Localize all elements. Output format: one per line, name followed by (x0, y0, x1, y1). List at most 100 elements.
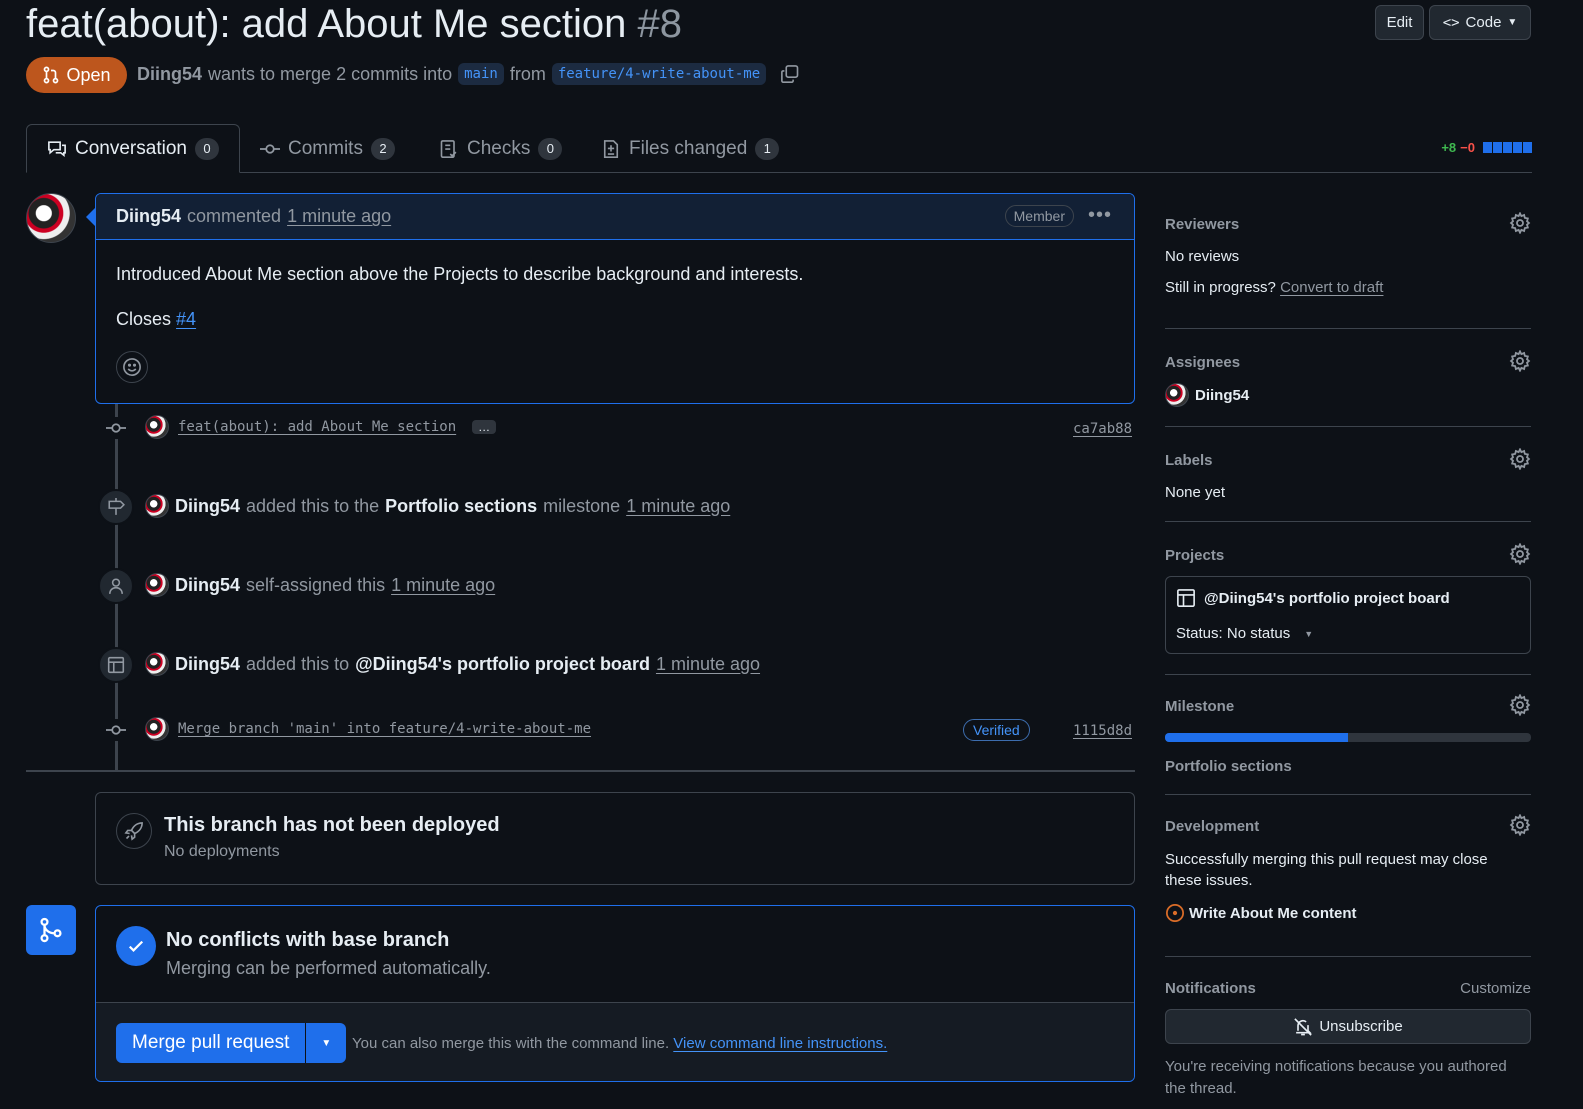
comment-time[interactable]: 1 minute ago (287, 206, 391, 227)
event-time[interactable]: 1 minute ago (391, 575, 495, 596)
commit-message-link[interactable]: feat(about): add About Me section (178, 419, 456, 435)
diffstat: +8 −0 (1441, 140, 1532, 155)
tab-files-changed[interactable]: Files changed 1 (601, 124, 780, 173)
avatar[interactable] (26, 193, 76, 243)
convert-to-draft-link[interactable]: Convert to draft (1280, 279, 1383, 296)
milestone-heading[interactable]: Milestone (1165, 698, 1531, 715)
merge-pull-request-button[interactable]: Merge pull request (116, 1023, 307, 1063)
copy-icon[interactable] (780, 64, 800, 84)
comment-author[interactable]: Diing54 (116, 206, 181, 227)
deployment-box: This branch has not been deployed No dep… (95, 792, 1135, 885)
pr-title-text: feat(about): add About Me section (26, 2, 627, 46)
table-icon (107, 656, 125, 674)
gear-icon[interactable] (1509, 814, 1531, 836)
head-branch[interactable]: feature/4-write-about-me (551, 63, 767, 85)
issue-opened-icon (1166, 904, 1184, 922)
comment-box: Diing54 commented 1 minute ago Member ••… (95, 193, 1135, 404)
command-line-instructions-link[interactable]: View command line instructions. (673, 1035, 887, 1052)
milestone-link[interactable]: Portfolio sections (385, 496, 537, 517)
sidebar-reviewers: Reviewers No reviews Still in progress? … (1165, 212, 1531, 296)
gear-icon[interactable] (1509, 212, 1531, 234)
avatar[interactable] (145, 717, 169, 741)
comment-header: Diing54 commented 1 minute ago Member ••… (96, 194, 1134, 240)
edit-button[interactable]: Edit (1375, 5, 1424, 40)
code-button[interactable]: <> Code ▼ (1429, 5, 1531, 40)
project-link[interactable]: @Diing54's portfolio project board (355, 654, 650, 675)
development-text: Successfully merging this pull request m… (1165, 851, 1488, 889)
sidebar-notifications: Notifications Customize Unsubscribe You'… (1165, 980, 1531, 1100)
gear-icon[interactable] (1509, 694, 1531, 716)
tab-label: Checks (467, 137, 531, 159)
project-status-dropdown[interactable]: Status: No status ▼ (1176, 625, 1313, 642)
diffstat-blocks (1482, 142, 1532, 153)
actor-link[interactable]: Diing54 (175, 575, 240, 596)
avatar[interactable] (145, 415, 169, 439)
event-time[interactable]: 1 minute ago (656, 654, 760, 675)
reviewers-heading[interactable]: Reviewers (1165, 216, 1531, 233)
tab-label: Commits (288, 137, 363, 159)
unsubscribe-button[interactable]: Unsubscribe (1165, 1009, 1531, 1044)
commit-sha-link[interactable]: 1115d8d (1073, 723, 1132, 739)
avatar[interactable] (145, 573, 169, 597)
pr-author-link[interactable]: Diing54 (137, 64, 202, 85)
state-badge: Open (26, 57, 127, 93)
avatar[interactable] (145, 652, 169, 676)
development-heading[interactable]: Development (1165, 818, 1531, 835)
timeline-commit-2: Merge branch 'main' into feature/4-write… (145, 717, 591, 741)
git-merge-icon (26, 905, 76, 955)
commit-sha-link[interactable]: ca7ab88 (1073, 421, 1132, 437)
linked-issue[interactable]: Write About Me content (1165, 903, 1531, 923)
avatar[interactable] (145, 494, 169, 518)
linked-issue-title: Write About Me content (1189, 904, 1357, 922)
code-label: Code (1465, 14, 1502, 31)
edit-label: Edit (1386, 14, 1413, 31)
verified-badge[interactable]: Verified (963, 719, 1030, 741)
from-text: from (509, 63, 546, 84)
event-text: added this to (246, 653, 350, 674)
git-pull-request-icon (44, 66, 59, 84)
git-commit-icon (260, 143, 280, 154)
customize-link[interactable]: Customize (1460, 980, 1531, 997)
issue-link[interactable]: #4 (176, 309, 196, 329)
milestone-name-link[interactable]: Portfolio sections (1165, 758, 1531, 775)
merge-subtitle: Merging can be performed automatically. (166, 958, 491, 978)
commit-icon (105, 719, 127, 741)
event-time[interactable]: 1 minute ago (626, 496, 730, 517)
assignees-heading[interactable]: Assignees (1165, 354, 1531, 371)
expand-commit-button[interactable]: … (472, 420, 497, 434)
gear-icon[interactable] (1509, 543, 1531, 565)
reviewers-value: No reviews (1165, 248, 1240, 265)
sidebar-development: Development Successfully merging this pu… (1165, 814, 1531, 923)
checklist-icon (440, 139, 457, 158)
tab-count: 1 (755, 137, 780, 160)
actor-link[interactable]: Diing54 (175, 496, 240, 517)
tab-count: 0 (538, 137, 563, 160)
sidebar-labels: Labels None yet (1165, 448, 1531, 501)
event-text: milestone (543, 495, 621, 516)
merge-options-chevron-down-icon[interactable]: ▼ (306, 1023, 346, 1063)
add-reaction-button[interactable] (116, 351, 148, 383)
sidebar-divider (1165, 328, 1531, 329)
kebab-menu-icon[interactable]: ••• (1088, 204, 1112, 227)
gear-icon[interactable] (1509, 350, 1531, 372)
project-board-link: @Diing54's portfolio project board (1204, 589, 1450, 607)
table-icon (1177, 589, 1195, 607)
tab-commits[interactable]: Commits 2 (260, 124, 395, 173)
tab-conversation[interactable]: Conversation 0 (26, 124, 240, 173)
pr-title: feat(about): add About Me section #8 (26, 0, 682, 48)
base-branch[interactable]: main (458, 63, 504, 85)
diffstat-added: +8 (1441, 140, 1457, 155)
commit-message-link[interactable]: Merge branch 'main' into feature/4-write… (178, 721, 591, 737)
timeline-project: Diing54 added this to @Diing54's portfol… (145, 652, 760, 676)
unsubscribe-label: Unsubscribe (1319, 1018, 1403, 1035)
projects-heading[interactable]: Projects (1165, 547, 1531, 564)
assignee-name: Diing54 (1195, 386, 1250, 404)
labels-heading[interactable]: Labels (1165, 452, 1531, 469)
merge-hint-text: You can also merge this with the command… (352, 1035, 670, 1052)
project-title-row[interactable]: @Diing54's portfolio project board (1176, 588, 1450, 608)
progress-question: Still in progress? (1165, 279, 1276, 296)
gear-icon[interactable] (1509, 448, 1531, 470)
assignee-item[interactable]: Diing54 (1165, 383, 1531, 407)
tab-checks[interactable]: Checks 0 (439, 124, 563, 173)
actor-link[interactable]: Diing54 (175, 654, 240, 675)
